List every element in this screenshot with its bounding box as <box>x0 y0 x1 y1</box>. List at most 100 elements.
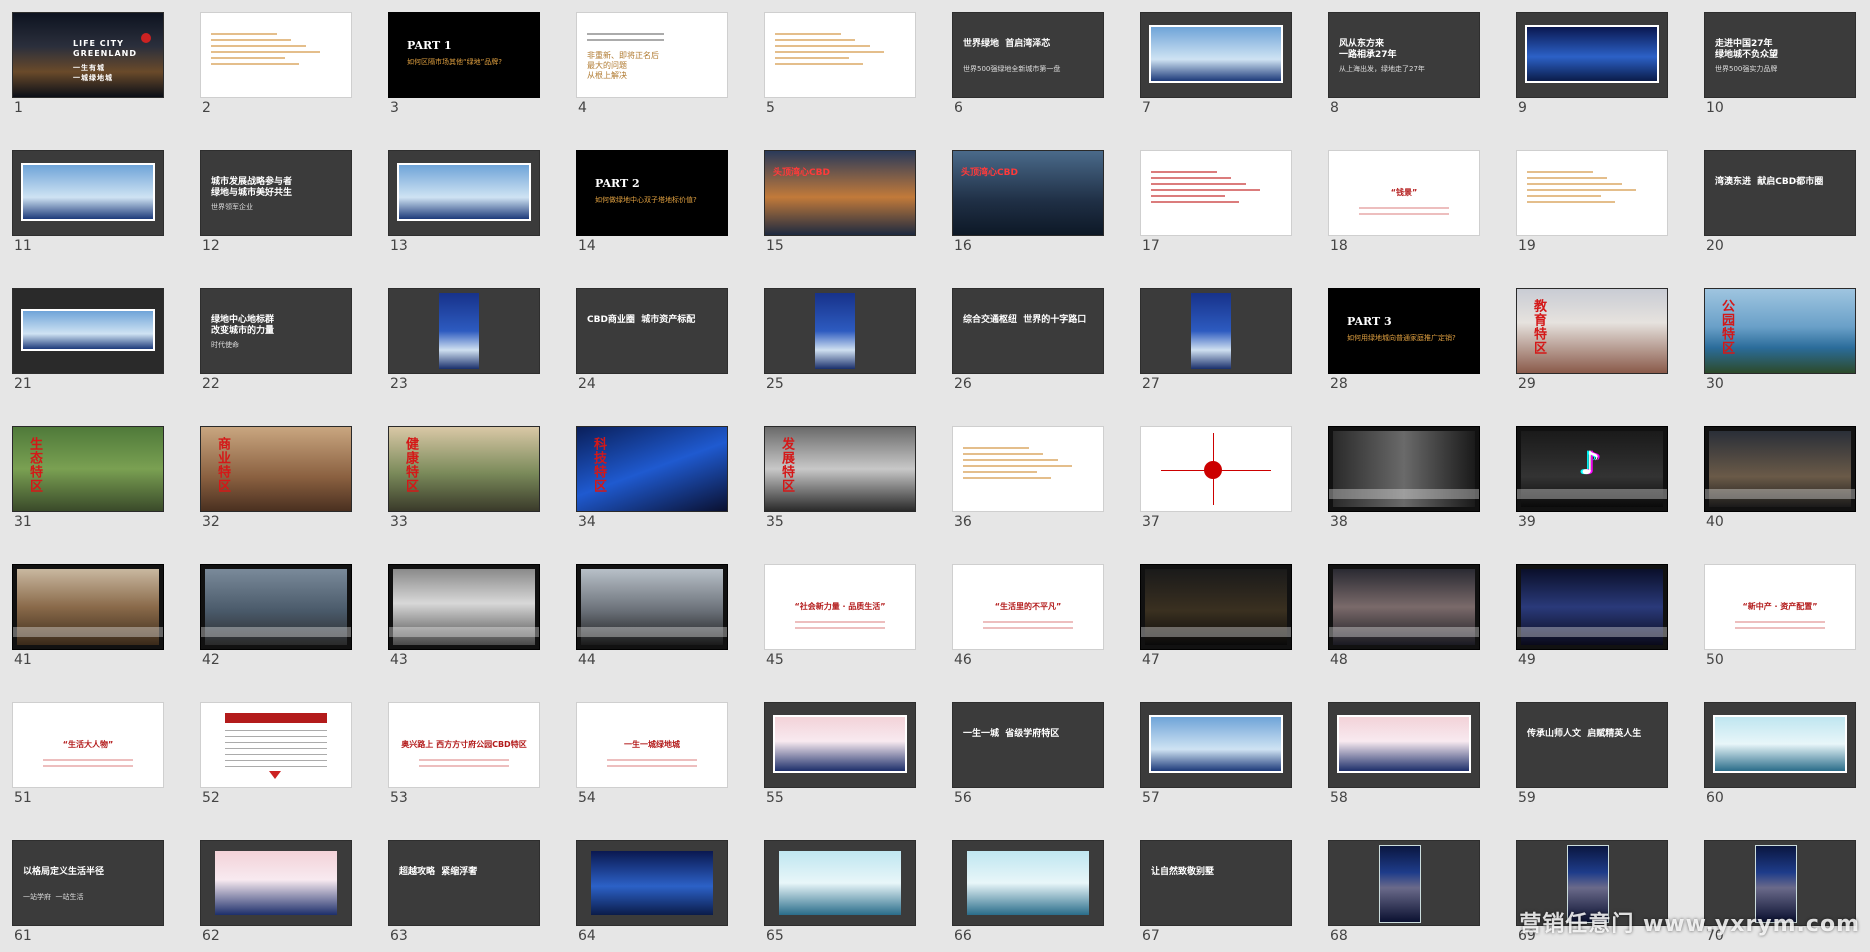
slide-thumbnail[interactable]: 风从东方来 一路相承27年 从上海出发，绿地走了27年 8 <box>1328 12 1480 124</box>
slide-thumbnail[interactable]: 64 <box>576 840 728 952</box>
slide-thumbnail[interactable]: 25 <box>764 288 916 400</box>
slide-preview[interactable]: 超越攻略 紧缩浮奢 <box>388 840 540 926</box>
slide-preview[interactable]: “生活大人物” <box>12 702 164 788</box>
slide-preview[interactable] <box>1140 426 1292 512</box>
slide-preview[interactable] <box>764 12 916 98</box>
slide-thumbnail[interactable]: 60 <box>1704 702 1856 814</box>
slide-preview[interactable]: “钱景” <box>1328 150 1480 236</box>
slide-preview[interactable] <box>1516 564 1668 650</box>
slide-preview[interactable]: 综合交通枢纽 世界的十字路口 <box>952 288 1104 374</box>
slide-preview[interactable] <box>952 840 1104 926</box>
slide-thumbnail[interactable]: 5 <box>764 12 916 124</box>
slide-thumbnail[interactable]: 47 <box>1140 564 1292 676</box>
slide-preview[interactable] <box>764 840 916 926</box>
slide-thumbnail[interactable]: 58 <box>1328 702 1480 814</box>
slide-thumbnail[interactable]: 23 <box>388 288 540 400</box>
slide-preview[interactable]: 城市发展战略参与者 绿地与城市美好共生 世界领军企业 <box>200 150 352 236</box>
slide-thumbnail[interactable]: 49 <box>1516 564 1668 676</box>
slide-thumbnail[interactable]: 2 <box>200 12 352 124</box>
slide-thumbnail[interactable]: “钱景” 18 <box>1328 150 1480 262</box>
slide-thumbnail[interactable]: 头顶湾心CBD 16 <box>952 150 1104 262</box>
slide-preview[interactable] <box>1140 288 1292 374</box>
slide-preview[interactable] <box>1140 702 1292 788</box>
slide-thumbnail[interactable]: 21 <box>12 288 164 400</box>
slide-preview[interactable] <box>1140 564 1292 650</box>
slide-thumbnail[interactable]: 17 <box>1140 150 1292 262</box>
slide-preview[interactable] <box>1328 426 1480 512</box>
slide-preview[interactable] <box>1328 564 1480 650</box>
slide-thumbnail[interactable]: 绿地中心地标群 改变城市的力量 时代使命 22 <box>200 288 352 400</box>
slide-thumbnail[interactable]: 66 <box>952 840 1104 952</box>
slide-preview[interactable]: “社会新力量 · 品质生活” <box>764 564 916 650</box>
slide-thumbnail[interactable]: “生活里的不平凡” 46 <box>952 564 1104 676</box>
slide-thumbnail[interactable]: 非重新、即将正名后 最大的问题 从根上解决 4 <box>576 12 728 124</box>
slide-thumbnail[interactable]: 健康特区 33 <box>388 426 540 538</box>
slide-preview[interactable]: 公园特区 <box>1704 288 1856 374</box>
slide-thumbnail[interactable]: 19 <box>1516 150 1668 262</box>
slide-preview[interactable]: 湾澳东进 献启CBD都市圈 <box>1704 150 1856 236</box>
slide-thumbnail[interactable]: 科技特区 34 <box>576 426 728 538</box>
slide-thumbnail[interactable]: PART 3 如何用绿地城向普通家庭推广定销? 28 <box>1328 288 1480 400</box>
slide-preview[interactable] <box>388 564 540 650</box>
slide-thumbnail[interactable]: 一生一城绿地城 54 <box>576 702 728 814</box>
slide-thumbnail[interactable]: 以格局定义生活半径 一站学府 一站生活 61 <box>12 840 164 952</box>
slide-thumbnail[interactable]: 13 <box>388 150 540 262</box>
slide-preview[interactable]: PART 2 如何做绿地中心双子塔地标价值? <box>576 150 728 236</box>
slide-preview[interactable]: 头顶湾心CBD <box>952 150 1104 236</box>
slide-preview[interactable]: 商业特区 <box>200 426 352 512</box>
slide-preview[interactable]: 教育特区 <box>1516 288 1668 374</box>
slide-thumbnail[interactable]: “社会新力量 · 品质生活” 45 <box>764 564 916 676</box>
slide-preview[interactable]: “生活里的不平凡” <box>952 564 1104 650</box>
slide-thumbnail[interactable]: 公园特区 30 <box>1704 288 1856 400</box>
slide-thumbnail[interactable]: 27 <box>1140 288 1292 400</box>
slide-thumbnail[interactable]: 11 <box>12 150 164 262</box>
slide-thumbnail[interactable]: 37 <box>1140 426 1292 538</box>
slide-thumbnail[interactable]: 52 <box>200 702 352 814</box>
slide-preview[interactable]: 发展特区 <box>764 426 916 512</box>
slide-thumbnail[interactable]: “新中产 · 资产配置” 50 <box>1704 564 1856 676</box>
slide-preview[interactable] <box>12 564 164 650</box>
slide-preview[interactable] <box>576 564 728 650</box>
slide-preview[interactable]: CBD商业圈 城市资产标配 <box>576 288 728 374</box>
slide-thumbnail[interactable]: 传承山师人文 启赋精英人生 59 <box>1516 702 1668 814</box>
slide-preview[interactable]: 风从东方来 一路相承27年 从上海出发，绿地走了27年 <box>1328 12 1480 98</box>
slide-thumbnail[interactable]: PART 2 如何做绿地中心双子塔地标价值? 14 <box>576 150 728 262</box>
slide-preview[interactable] <box>1140 12 1292 98</box>
slide-thumbnail[interactable]: 一生一城 省级学府特区 56 <box>952 702 1104 814</box>
slide-thumbnail[interactable]: 教育特区 29 <box>1516 288 1668 400</box>
slide-thumbnail[interactable]: 55 <box>764 702 916 814</box>
slide-preview[interactable]: 绿地中心地标群 改变城市的力量 时代使命 <box>200 288 352 374</box>
slide-preview[interactable]: 科技特区 <box>576 426 728 512</box>
slide-thumbnail[interactable]: 65 <box>764 840 916 952</box>
slide-thumbnail[interactable]: 奥兴路上 西方方寸府公园CBD特区 53 <box>388 702 540 814</box>
slide-thumbnail[interactable]: 44 <box>576 564 728 676</box>
slide-thumbnail[interactable]: 让自然致敬别墅 67 <box>1140 840 1292 952</box>
slide-thumbnail[interactable]: 41 <box>12 564 164 676</box>
slide-thumbnail[interactable]: 40 <box>1704 426 1856 538</box>
slide-preview[interactable] <box>1328 702 1480 788</box>
slide-preview[interactable] <box>200 702 352 788</box>
slide-preview[interactable] <box>764 288 916 374</box>
slide-thumbnail[interactable]: 湾澳东进 献启CBD都市圈 20 <box>1704 150 1856 262</box>
slide-thumbnail[interactable]: 68 <box>1328 840 1480 952</box>
slide-preview[interactable] <box>1140 150 1292 236</box>
slide-preview[interactable]: 奥兴路上 西方方寸府公园CBD特区 <box>388 702 540 788</box>
slide-preview[interactable] <box>1704 702 1856 788</box>
slide-thumbnail[interactable]: 57 <box>1140 702 1292 814</box>
slide-preview[interactable]: ♪ <box>1516 426 1668 512</box>
slide-preview[interactable]: 以格局定义生活半径 一站学府 一站生活 <box>12 840 164 926</box>
slide-preview[interactable]: “新中产 · 资产配置” <box>1704 564 1856 650</box>
slide-thumbnail[interactable]: 生态特区 31 <box>12 426 164 538</box>
slide-thumbnail[interactable]: 超越攻略 紧缩浮奢 63 <box>388 840 540 952</box>
slide-preview[interactable] <box>1516 150 1668 236</box>
slide-thumbnail[interactable]: 48 <box>1328 564 1480 676</box>
slide-thumbnail[interactable]: “生活大人物” 51 <box>12 702 164 814</box>
slide-thumbnail[interactable]: 综合交通枢纽 世界的十字路口 26 <box>952 288 1104 400</box>
slide-thumbnail[interactable]: CBD商业圈 城市资产标配 24 <box>576 288 728 400</box>
slide-thumbnail[interactable]: 商业特区 32 <box>200 426 352 538</box>
slide-preview[interactable] <box>952 426 1104 512</box>
slide-thumbnail[interactable]: 世界绿地 首启湾泽芯 世界500强绿地全新城市第一盘 6 <box>952 12 1104 124</box>
slide-preview[interactable]: PART 1 如何区隔市场其他“绿地”品牌? <box>388 12 540 98</box>
slide-preview[interactable] <box>576 840 728 926</box>
slide-thumbnail[interactable]: 9 <box>1516 12 1668 124</box>
